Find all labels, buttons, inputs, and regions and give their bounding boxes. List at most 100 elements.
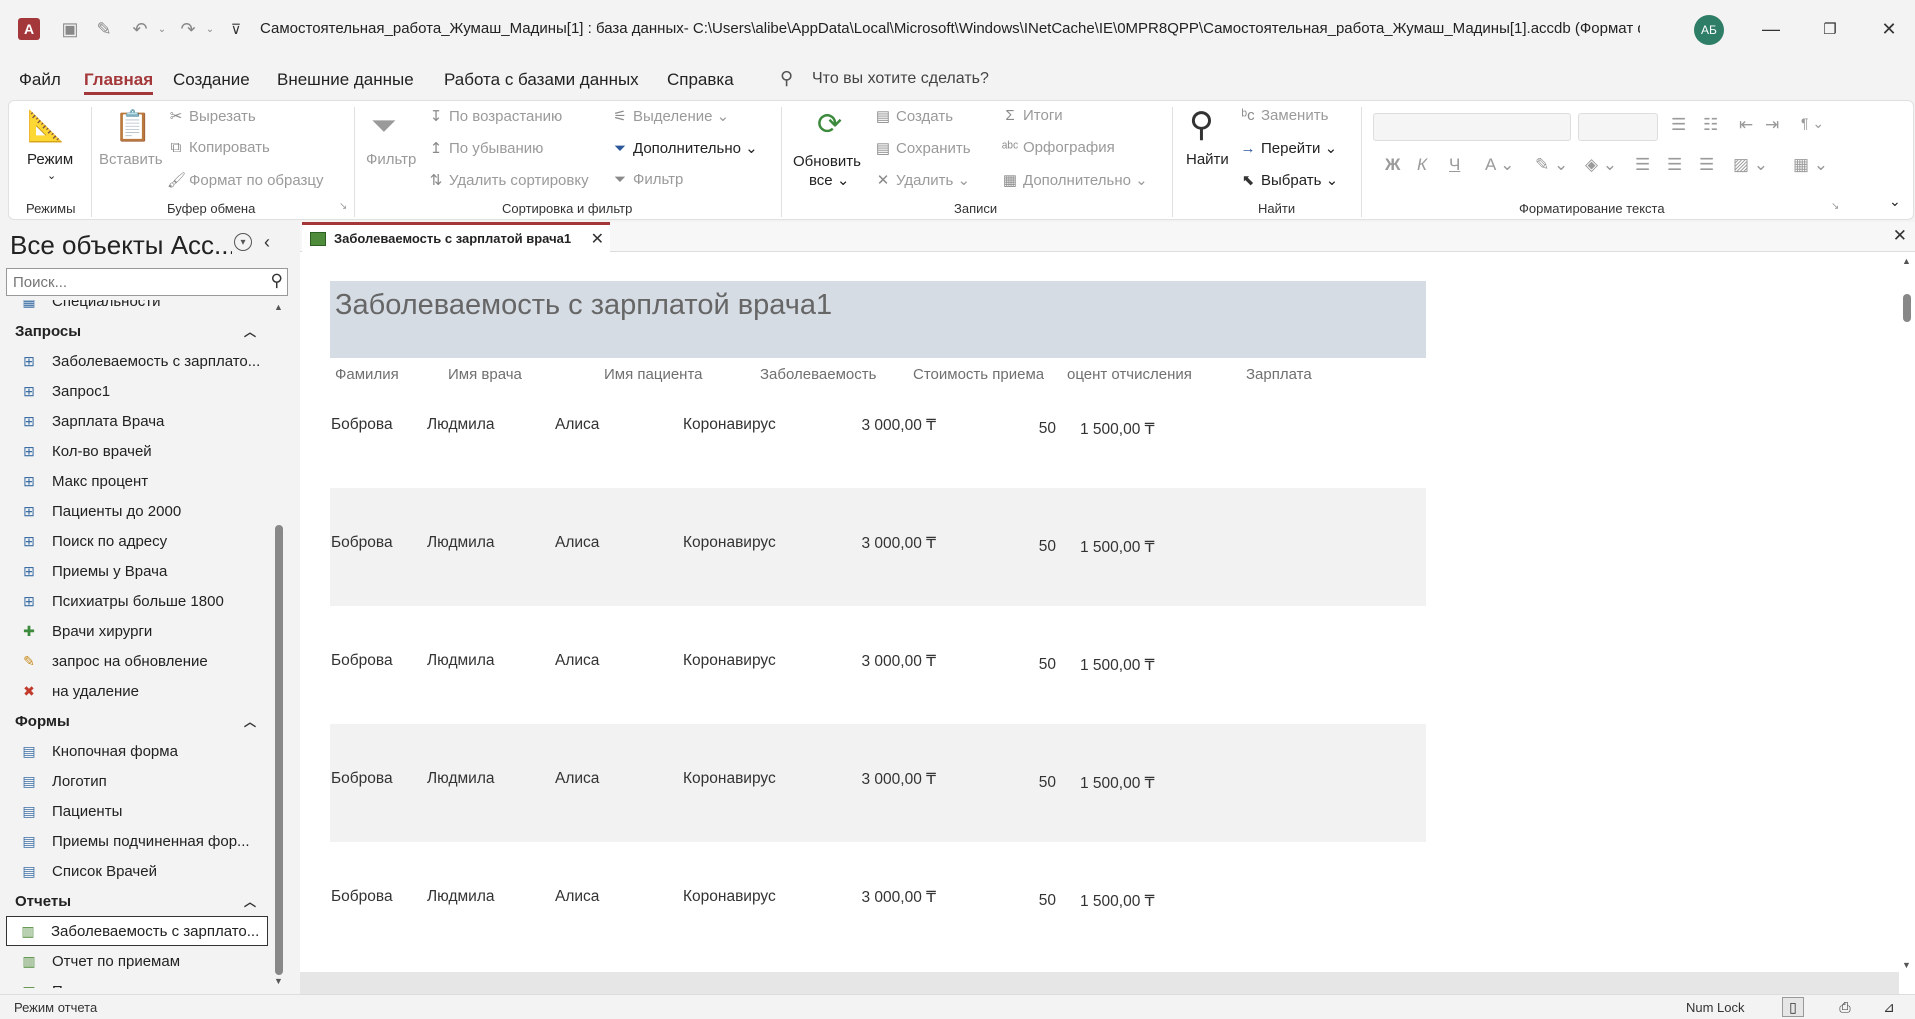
refresh-all-button-line2[interactable]: все	[809, 172, 833, 189]
nav-item[interactable]: ▦ Специальности	[0, 300, 270, 316]
tab-external-data[interactable]: Внешние данные	[277, 70, 414, 90]
collapse-pane-icon[interactable]: ‹	[264, 232, 270, 253]
tab-file[interactable]: Файл	[19, 70, 61, 90]
minimize-icon[interactable]: —	[1756, 14, 1786, 44]
nav-search-input[interactable]	[7, 269, 247, 295]
paste-icon[interactable]: 📋	[114, 109, 151, 144]
report-view-icon[interactable]: ▯	[1782, 997, 1804, 1017]
nav-item[interactable]: ⊞ Пациенты до 2000	[0, 496, 270, 526]
sort-asc-button[interactable]: По возрастанию	[449, 108, 562, 125]
copy-button[interactable]: Копировать	[189, 139, 270, 156]
nav-item[interactable]: ⊞ Приемы у Врача	[0, 556, 270, 586]
nav-group-header[interactable]: Запросы ︿	[0, 316, 270, 346]
scroll-down-icon[interactable]: ▼	[274, 976, 283, 986]
lightbulb-search-icon[interactable]: ⚲	[780, 68, 793, 89]
nav-item[interactable]: ✎ запрос на обновление	[0, 646, 270, 676]
format-painter-button[interactable]: Формат по образцу	[189, 172, 324, 189]
redo-icon[interactable]: ↷	[176, 17, 200, 41]
decrease-indent-icon[interactable]: ⇤	[1739, 115, 1753, 135]
remove-sort-button[interactable]: Удалить сортировку	[449, 172, 589, 189]
nav-item[interactable]: ▤ Список Врачей	[0, 856, 270, 886]
sort-desc-button[interactable]: По убыванию	[449, 140, 543, 157]
print-preview-icon[interactable]: ⎙	[1834, 997, 1856, 1017]
save-icon[interactable]: ▣	[58, 17, 82, 41]
dialog-launcher-icon[interactable]: ↘	[339, 201, 347, 212]
font-color-icon[interactable]: A ⌄	[1485, 155, 1514, 175]
undo-icon[interactable]: ↶	[128, 17, 152, 41]
numbering-icon[interactable]: ☷	[1703, 115, 1718, 135]
tell-me-search[interactable]: Что вы хотите сделать?	[812, 70, 989, 88]
nav-item[interactable]: ✚ Врачи хирурги	[0, 616, 270, 646]
nav-group-header[interactable]: Формы ︿	[0, 706, 270, 736]
nav-group-header[interactable]: Отчеты ︿	[0, 886, 270, 916]
nav-item[interactable]: ⊞ Психиатры больше 1800	[0, 586, 270, 616]
view-mode-button[interactable]: Режим	[27, 151, 73, 168]
background-color-icon[interactable]: ▨ ⌄	[1733, 155, 1768, 175]
spelling-button[interactable]: Орфография	[1023, 139, 1115, 156]
tab-help[interactable]: Справка	[667, 70, 734, 90]
chevron-up-icon[interactable]: ︿	[244, 713, 256, 730]
italic-button[interactable]: К	[1417, 155, 1427, 175]
align-center-icon[interactable]: ☰	[1667, 155, 1682, 175]
new-record-button[interactable]: Создать	[896, 108, 953, 125]
find-button[interactable]: Найти	[1186, 151, 1229, 168]
nav-item[interactable]: ⊞ Поиск по адресу	[0, 526, 270, 556]
tab-database-tools[interactable]: Работа с базами данных	[444, 70, 639, 90]
close-tab-icon[interactable]: ✕	[591, 229, 604, 249]
more-records-button[interactable]: Дополнительно	[1023, 172, 1131, 189]
horizontal-scrollbar[interactable]	[300, 972, 1899, 994]
tab-create[interactable]: Создание	[173, 70, 250, 90]
nav-item[interactable]: ⊞ Запрос1	[0, 376, 270, 406]
delete-record-button[interactable]: Удалить	[896, 172, 953, 189]
redo-dropdown-icon[interactable]: ⌄	[198, 17, 222, 41]
nav-item[interactable]: ▥ Пациенты	[0, 976, 270, 989]
form-icon[interactable]: ✎	[92, 17, 116, 41]
collapse-ribbon-icon[interactable]: ⌄	[1889, 193, 1901, 210]
nav-item[interactable]: ⊞ Кол-во врачей	[0, 436, 270, 466]
filter-funnel-icon[interactable]: ⏷	[371, 107, 397, 145]
search-icon[interactable]: ⚲	[271, 271, 283, 291]
design-view-icon[interactable]: ⊿	[1878, 997, 1900, 1017]
undo-dropdown-icon[interactable]: ⌄	[150, 17, 174, 41]
nav-item[interactable]: ⊞ Макс процент	[0, 466, 270, 496]
scroll-up-icon[interactable]: ▲	[1902, 256, 1911, 266]
nav-dropdown-icon[interactable]: ▾	[234, 233, 252, 251]
highlight-icon[interactable]: ✎ ⌄	[1535, 155, 1568, 175]
bold-button[interactable]: Ж	[1385, 155, 1400, 175]
select-button[interactable]: Выбрать	[1261, 172, 1321, 189]
selection-button[interactable]: Выделение	[633, 108, 712, 125]
nav-pane-title[interactable]: Все объекты Acc...	[10, 230, 232, 261]
chevron-up-icon[interactable]: ︿	[244, 893, 256, 910]
scroll-down-icon[interactable]: ▼	[1902, 960, 1911, 970]
align-right-icon[interactable]: ☰	[1699, 155, 1714, 175]
refresh-all-icon[interactable]: ⟳	[817, 107, 842, 142]
nav-item[interactable]: ⊞ Заболеваемость с зарплато...	[0, 346, 270, 376]
replace-button[interactable]: Заменить	[1261, 107, 1328, 124]
nav-item[interactable]: ▥ Заболеваемость с зарплато...	[6, 916, 268, 946]
scroll-up-icon[interactable]: ▲	[274, 302, 283, 312]
toggle-filter-button[interactable]: Фильтр	[633, 171, 683, 188]
close-icon[interactable]: ✕	[1874, 14, 1904, 44]
font-size-dropdown[interactable]	[1578, 113, 1658, 141]
scroll-thumb[interactable]	[275, 525, 283, 975]
access-logo-icon[interactable]: A	[18, 18, 40, 40]
paragraph-icon[interactable]: ¶ ⌄	[1801, 115, 1824, 132]
align-left-icon[interactable]: ☰	[1635, 155, 1650, 175]
avatar[interactable]: АБ	[1694, 15, 1724, 45]
vertical-scrollbar[interactable]: ▲ ▼	[1899, 254, 1915, 994]
nav-item[interactable]: ▤ Кнопочная форма	[0, 736, 270, 766]
cut-button[interactable]: Вырезать	[189, 108, 256, 125]
fill-color-icon[interactable]: ◈ ⌄	[1585, 155, 1617, 175]
nav-item[interactable]: ⊞ Зарплата Врача	[0, 406, 270, 436]
save-record-button[interactable]: Сохранить	[896, 140, 971, 157]
goto-button[interactable]: Перейти	[1261, 140, 1320, 157]
totals-button[interactable]: Итоги	[1023, 107, 1063, 124]
nav-item[interactable]: ▥ Отчет по приемам	[0, 946, 270, 976]
tab-home[interactable]: Главная	[84, 70, 154, 95]
document-tab[interactable]: Заболеваемость с зарплатой врача1 ✕	[302, 222, 610, 252]
nav-item[interactable]: ▤ Приемы подчиненная фор...	[0, 826, 270, 856]
scroll-thumb[interactable]	[1903, 294, 1911, 322]
paste-button[interactable]: Вставить	[99, 151, 163, 168]
bullets-icon[interactable]: ☰	[1671, 115, 1686, 135]
close-document-icon[interactable]: ✕	[1893, 226, 1907, 246]
